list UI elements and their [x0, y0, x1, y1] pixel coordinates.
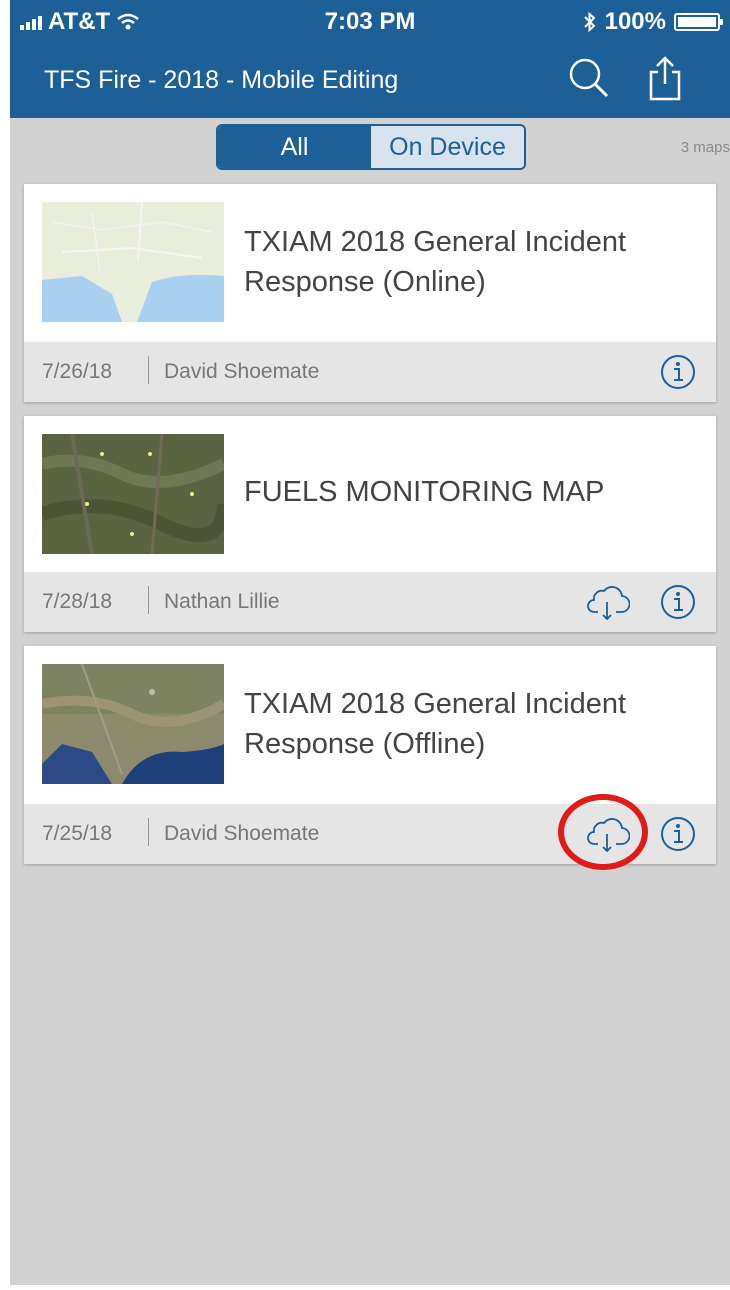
search-icon [569, 58, 609, 98]
share-icon [649, 56, 681, 101]
filter-segmented-control: All On Device [216, 124, 526, 170]
map-thumbnail [42, 202, 224, 322]
highlight-circle-annotation [558, 794, 648, 870]
page-title: TFS Fire - 2018 - Mobile Editing [44, 66, 399, 94]
top-bar: AT&T 7:03 PM 100% TFS Fire - 2018 - Mobi… [10, 0, 730, 118]
map-date: 7/25/18 [42, 822, 113, 845]
map-author: David Shoemate [164, 822, 320, 845]
map-thumbnail [42, 664, 224, 784]
search-button[interactable] [564, 52, 614, 104]
tab-on-device[interactable]: On Device [371, 126, 524, 168]
battery-icon [674, 13, 723, 31]
info-button[interactable] [656, 580, 700, 624]
card-footer: 7/26/18 David Shoemate [24, 342, 716, 402]
map-title: TXIAM 2018 General Incident Response (On… [244, 226, 627, 298]
map-card[interactable]: FUELS MONITORING MAP 7/28/18 Nathan Lill… [24, 416, 716, 632]
divider [148, 586, 149, 614]
divider [148, 818, 149, 846]
divider [148, 356, 149, 384]
map-date: 7/26/18 [42, 360, 113, 383]
cloud-download-icon [587, 586, 630, 621]
status-right: 100% [583, 8, 723, 36]
map-author: Nathan Lillie [164, 590, 280, 613]
app-screen: AT&T 7:03 PM 100% TFS Fire - 2018 - Mobi… [10, 0, 730, 1285]
share-button[interactable] [640, 52, 690, 104]
info-icon [661, 585, 695, 619]
download-button[interactable] [586, 580, 630, 624]
info-button[interactable] [656, 350, 700, 394]
info-button[interactable] [656, 812, 700, 856]
battery-percent: 100% [604, 8, 666, 35]
tab-all[interactable]: All [218, 126, 371, 168]
info-icon [661, 817, 695, 851]
map-card[interactable]: TXIAM 2018 General Incident Response (On… [24, 184, 716, 402]
info-icon [661, 355, 695, 389]
map-date: 7/28/18 [42, 590, 113, 613]
bluetooth-icon [583, 12, 596, 32]
status-bar: AT&T 7:03 PM 100% [10, 0, 730, 40]
card-footer: 7/28/18 Nathan Lillie [24, 572, 716, 632]
map-count: 3 maps [680, 139, 730, 156]
map-title: FUELS MONITORING MAP [244, 476, 605, 508]
map-author: David Shoemate [164, 360, 320, 383]
map-thumbnail [42, 434, 224, 554]
map-title: TXIAM 2018 General Incident Response (Of… [244, 688, 627, 760]
